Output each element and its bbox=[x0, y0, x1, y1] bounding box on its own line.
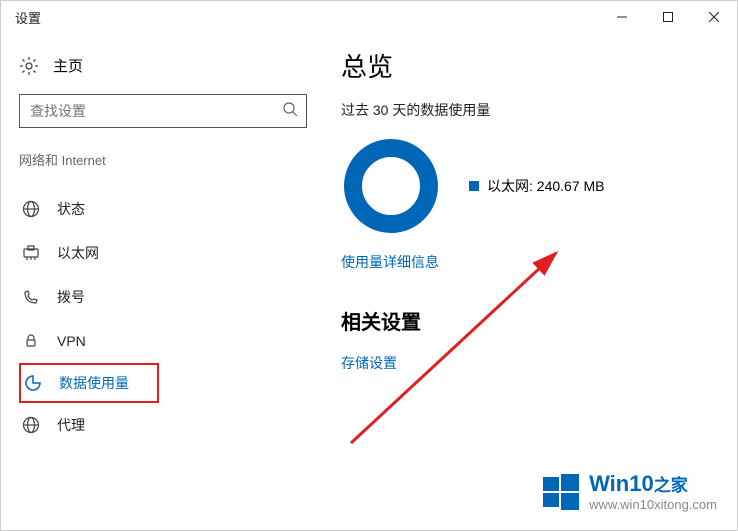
sidebar-item-dialup[interactable]: 拨号 bbox=[19, 275, 209, 319]
sidebar-item-status[interactable]: 状态 bbox=[19, 187, 209, 231]
period-text: 过去 30 天的数据使用量 bbox=[341, 100, 737, 120]
home-label: 主页 bbox=[53, 55, 83, 76]
gear-icon bbox=[19, 56, 39, 76]
usage-donut-chart bbox=[341, 136, 441, 236]
sidebar: 主页 网络和 Internet 状态 bbox=[1, 33, 221, 530]
legend-item-ethernet: 以太网: 240.67 MB bbox=[469, 176, 605, 196]
category-label: 网络和 Internet bbox=[19, 150, 209, 169]
sidebar-item-label: 状态 bbox=[57, 199, 85, 219]
storage-settings-link[interactable]: 存储设置 bbox=[341, 353, 397, 373]
page-title: 总览 bbox=[341, 47, 737, 84]
sidebar-item-ethernet[interactable]: 以太网 bbox=[19, 231, 209, 275]
titlebar: 设置 bbox=[1, 1, 737, 33]
sidebar-item-label: 代理 bbox=[57, 415, 85, 435]
usage-details-link[interactable]: 使用量详细信息 bbox=[341, 252, 439, 272]
watermark: Win10之家 www.win10xitong.com bbox=[543, 471, 717, 512]
sidebar-item-label: VPN bbox=[57, 333, 86, 349]
related-heading: 相关设置 bbox=[341, 306, 737, 335]
data-usage-icon bbox=[23, 373, 43, 393]
sidebar-item-data-usage[interactable]: 数据使用量 bbox=[19, 363, 159, 403]
legend-label: 以太网: 240.67 MB bbox=[487, 176, 605, 196]
home-button[interactable]: 主页 bbox=[19, 51, 209, 94]
window-controls bbox=[599, 1, 737, 33]
sidebar-item-proxy[interactable]: 代理 bbox=[19, 403, 209, 447]
windows-logo-icon bbox=[543, 474, 579, 510]
globe-icon bbox=[21, 199, 41, 219]
minimize-button[interactable] bbox=[599, 1, 645, 33]
window-title: 设置 bbox=[15, 8, 41, 27]
proxy-icon bbox=[21, 415, 41, 435]
sidebar-item-label: 数据使用量 bbox=[59, 373, 129, 393]
watermark-brand: Win10 bbox=[589, 471, 654, 496]
sidebar-item-vpn[interactable]: VPN bbox=[19, 319, 209, 363]
phone-icon bbox=[21, 287, 41, 307]
vpn-icon bbox=[21, 331, 41, 351]
maximize-button[interactable] bbox=[645, 1, 691, 33]
sidebar-item-label: 以太网 bbox=[57, 243, 99, 263]
sidebar-item-label: 拨号 bbox=[57, 287, 85, 307]
legend-swatch bbox=[469, 181, 479, 191]
main-content: 总览 过去 30 天的数据使用量 以太网: 240.67 MB 使用量详细信息 … bbox=[221, 33, 737, 530]
ethernet-icon bbox=[21, 243, 41, 263]
usage-chart-row: 以太网: 240.67 MB bbox=[341, 136, 737, 236]
close-button[interactable] bbox=[691, 1, 737, 33]
watermark-suffix: 之家 bbox=[654, 476, 688, 495]
watermark-url: www.win10xitong.com bbox=[589, 497, 717, 512]
